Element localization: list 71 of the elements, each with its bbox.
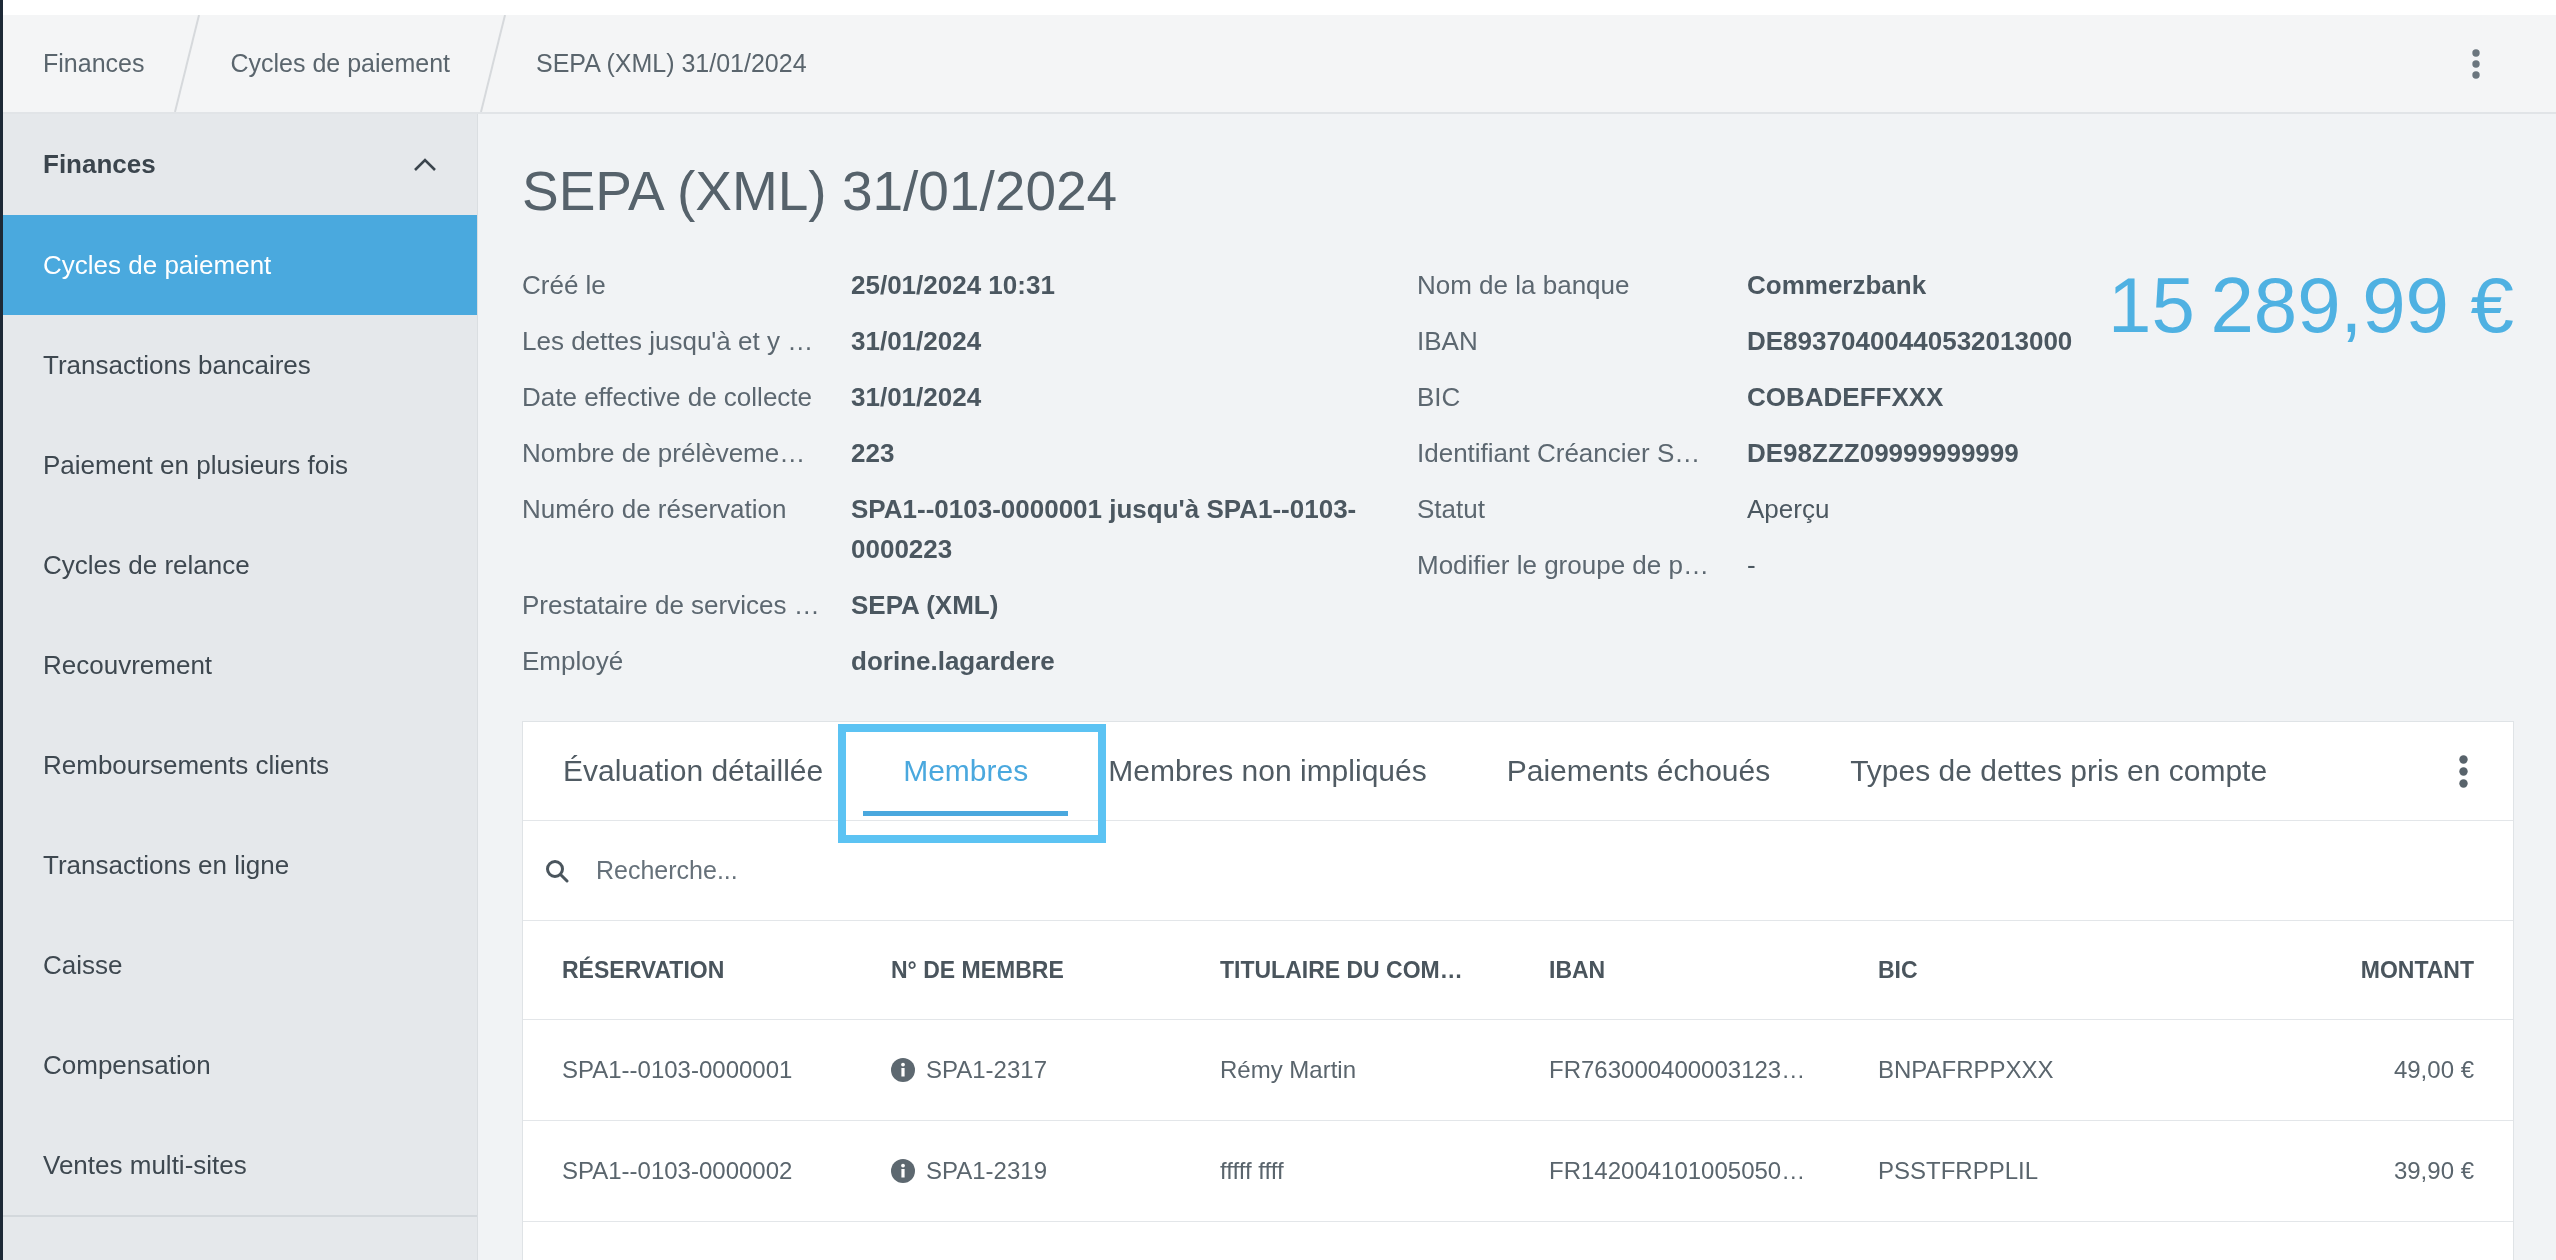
- info-icon: [891, 1159, 915, 1183]
- detail-label: Créé le: [522, 269, 606, 302]
- detail-value: SEPA (XML): [851, 589, 999, 622]
- table-cell: SPA1--0103-0000001: [562, 1056, 793, 1084]
- column-header: TITULAIRE DU COM…: [1220, 956, 1463, 984]
- detail-label: IBAN: [1417, 325, 1478, 358]
- sidebar-item[interactable]: Ventes multi-sites: [3, 1115, 477, 1215]
- table-cell: FR763000400003123…: [1549, 1056, 1806, 1084]
- detail-value: Commerzbank: [1747, 269, 1927, 302]
- table-cell: BNPAFRPPXXX: [1878, 1056, 2054, 1084]
- table-cell: fffff ffff: [1220, 1157, 1284, 1185]
- table-cell: 39,90 €: [2393, 1157, 2474, 1185]
- detail-label: Les dettes jusqu'à et y …: [522, 325, 814, 358]
- tab[interactable]: Types de dettes pris en compte: [1810, 722, 2308, 820]
- table-cell: 49,00 €: [2393, 1056, 2474, 1084]
- sidebar-item[interactable]: Paiement en plusieurs fois: [3, 415, 477, 515]
- detail-label: Modifier le groupe de p…: [1417, 549, 1709, 582]
- detail-value: 223: [851, 437, 895, 470]
- total-amount: 15 289,99 €: [2108, 265, 2514, 345]
- tab[interactable]: Évaluation détaillée: [523, 722, 864, 820]
- tab[interactable]: Paiements échoués: [1466, 722, 1811, 820]
- vertical-dots-icon: [2472, 48, 2480, 79]
- sidebar-item[interactable]: Transactions bancaires: [3, 315, 477, 415]
- table-cell: SPA1-2319: [926, 1157, 1047, 1185]
- tab[interactable]: Membres non impliqués: [1068, 722, 1467, 820]
- search-field[interactable]: Recherche...: [596, 850, 2483, 891]
- table-cell: SPA1-2317: [926, 1056, 1047, 1084]
- detail-label: Nombre de prélèveme…: [522, 437, 806, 470]
- detail-value: DE98ZZZ09999999999: [1747, 437, 2019, 470]
- detail-value: -: [1747, 549, 1756, 582]
- breadcrumb-link[interactable]: Finances: [43, 49, 145, 78]
- column-header: BIC: [1878, 956, 1918, 984]
- search-icon: [545, 858, 569, 883]
- detail-value: COBADEFFXXX: [1747, 381, 1944, 414]
- detail-value: dorine.lagardere: [851, 645, 1055, 678]
- table-cell: FR142004101005050…: [1549, 1157, 1806, 1185]
- breadcrumb-current[interactable]: SEPA (XML) 31/01/2024: [536, 49, 807, 78]
- detail-value: 31/01/2024: [851, 325, 982, 358]
- detail-label: Employé: [522, 645, 624, 678]
- more-button[interactable]: [2472, 48, 2480, 79]
- sidebar-item[interactable]: Caisse: [3, 915, 477, 1015]
- sidebar-item[interactable]: Cycles de relance: [3, 515, 477, 615]
- detail-label: Date effective de collecte: [522, 381, 813, 414]
- column-header: N° DE MEMBRE: [891, 956, 1064, 984]
- table-cell: SPA1--0103-0000002: [562, 1157, 793, 1185]
- detail-label: Prestataire de services …: [522, 589, 820, 622]
- detail-value: 25/01/2024 10:31: [851, 269, 1055, 302]
- breadcrumb-link[interactable]: Cycles de paiement: [230, 49, 450, 78]
- detail-value: Aperçu: [1747, 493, 1830, 526]
- column-header: RÉSERVATION: [562, 956, 725, 984]
- sidebar-section-toggle[interactable]: Finances: [3, 114, 477, 215]
- column-header: MONTANT: [2360, 956, 2474, 984]
- detail-label: Numéro de réservation: [522, 493, 787, 526]
- detail-label: Identifiant Créancier S…: [1417, 437, 1701, 470]
- more-button[interactable]: [2459, 754, 2468, 788]
- info-icon: [891, 1058, 915, 1082]
- page-title: SEPA (XML) 31/01/2024: [522, 159, 1118, 224]
- vertical-dots-icon: [2459, 754, 2468, 788]
- table-cell: Rémy Martin: [1220, 1056, 1357, 1084]
- detail-label: Nom de la banque: [1417, 269, 1630, 302]
- detail-value: 31/01/2024: [851, 381, 982, 414]
- sidebar-item[interactable]: Remboursements clients: [3, 715, 477, 815]
- detail-label: Statut: [1417, 493, 1485, 526]
- table-cell: PSSTFRPPLIL: [1878, 1157, 2039, 1185]
- sidebar-item[interactable]: Recouvrement: [3, 615, 477, 715]
- sidebar-item[interactable]: Compensation: [3, 1015, 477, 1115]
- detail-value: DE89370400440532013000: [1747, 325, 2073, 358]
- column-header: IBAN: [1549, 956, 1606, 984]
- detail-value: SPA1--0103-0000001 jusqu'à SPA1--0103-0000223: [851, 493, 1358, 566]
- detail-label: BIC: [1417, 381, 1461, 414]
- sidebar-item[interactable]: Transactions en ligne: [3, 815, 477, 915]
